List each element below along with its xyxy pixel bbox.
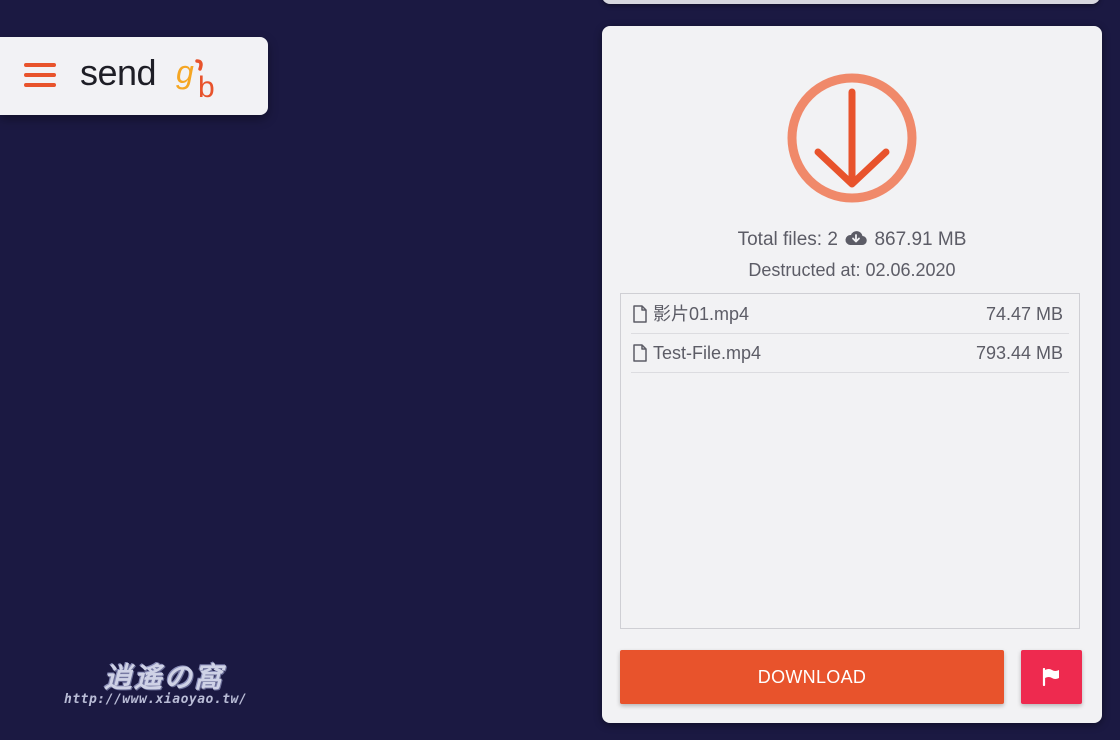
site-watermark: 逍遙の窩 http://www.xiaoyao.tw/ (60, 656, 280, 716)
file-row[interactable]: 影片01.mp4 74.47 MB (631, 295, 1069, 334)
app-header: send g b (0, 37, 268, 115)
watermark-url: http://www.xiaoyao.tw/ (64, 692, 248, 707)
svg-text:send: send (80, 52, 156, 93)
download-button[interactable]: DOWNLOAD (620, 650, 1004, 704)
flag-icon (1042, 668, 1059, 686)
report-button[interactable] (1021, 650, 1082, 704)
file-icon (633, 344, 647, 362)
file-name: Test-File.mp4 (653, 343, 762, 363)
file-row[interactable]: Test-File.mp4 793.44 MB (631, 334, 1069, 373)
file-size: 793.44 MB (975, 343, 1063, 363)
hamburger-menu-icon[interactable] (24, 63, 56, 89)
destructed-date: Destructed at: 02.06.2020 (748, 260, 956, 280)
top-panel-edge (602, 0, 1100, 4)
svg-text:g: g (176, 54, 194, 90)
file-list: 影片01.mp4 74.47 MB Test-File.mp4 793.44 M… (620, 293, 1080, 629)
transfer-summary: Total files: 2 867.91 MB Destructed at: … (602, 228, 1102, 282)
download-panel: Total files: 2 867.91 MB Destructed at: … (602, 26, 1102, 723)
file-name: 影片01.mp4 (653, 304, 750, 324)
svg-text:b: b (198, 71, 215, 103)
cloud-download-icon (845, 231, 867, 246)
total-size: 867.91 MB (874, 229, 967, 250)
total-files-line: Total files: 2 867.91 MB (602, 228, 1102, 252)
sendgb-logo[interactable]: send g b (80, 51, 240, 103)
file-size: 74.47 MB (985, 304, 1063, 324)
file-icon (633, 305, 647, 323)
download-arrow-circle-icon (787, 73, 917, 203)
watermark-title: 逍遙の窩 (104, 661, 225, 694)
total-files-label: Total files: 2 (737, 229, 838, 250)
